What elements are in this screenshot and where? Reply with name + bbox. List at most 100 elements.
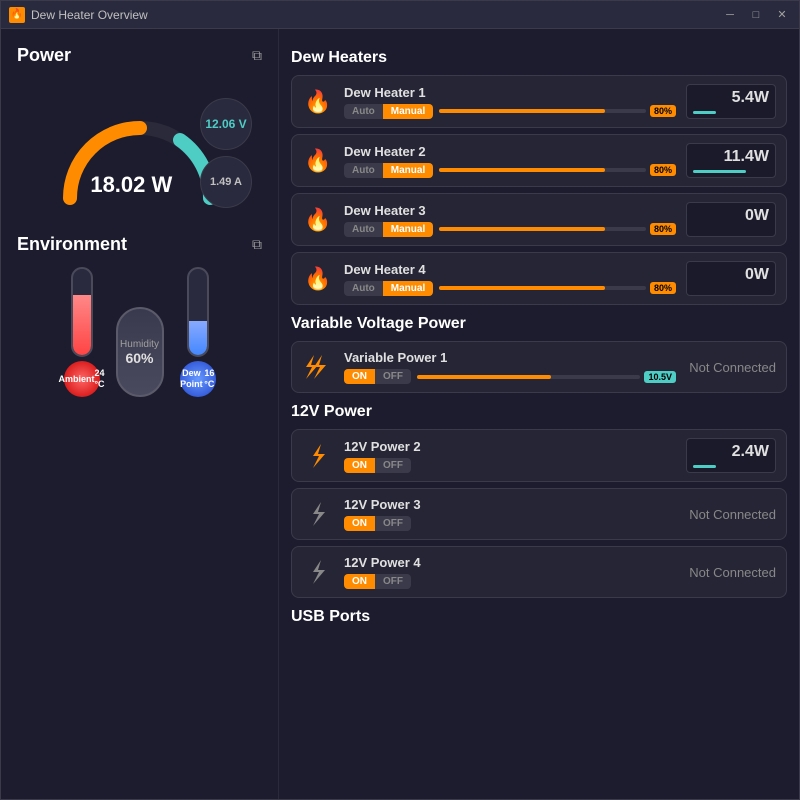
dew-heater-1-label: 80% [650,105,676,117]
flame-icon-3: 🔥 [304,207,331,233]
power-12v-4-off-btn[interactable]: OFF [375,574,411,589]
dew-heater-2-name: Dew Heater 2 [344,144,676,159]
dew-heater-1-icon: 🔥 [302,86,334,118]
power-12v-3-off-btn[interactable]: OFF [375,516,411,531]
dew-heater-3-controls: Auto Manual 80% [344,222,676,237]
dew-heater-2-output: 11.4W [686,143,776,178]
dew-heater-3-toggle[interactable]: Auto Manual [344,222,433,237]
power-external-icon[interactable]: ⧉ [252,47,262,64]
power-12v-2-off-btn[interactable]: OFF [375,458,411,473]
env-section-header: Environment ⧉ [17,234,262,255]
dew-heater-1-auto-btn[interactable]: Auto [344,104,383,119]
ambient-tube [71,267,93,357]
dew-heater-1-card: 🔥 Dew Heater 1 Auto Manual 80% [291,75,787,128]
dew-heater-2-value: 11.4W [693,148,769,166]
ambient-thermometer: Ambient 24 °C [64,267,100,397]
dewpoint-tube [187,267,209,357]
power-12v-3-output: Not Connected [686,507,776,522]
environment-section: Environment ⧉ Ambient 24 °C [17,234,262,397]
dew-heater-2-manual-btn[interactable]: Manual [383,163,433,178]
power-12v-3-icon [302,498,334,530]
dew-heater-1-fill [439,109,604,113]
dew-heater-1-track[interactable] [439,109,646,113]
power-12v-4-info: 12V Power 4 ON OFF [344,555,676,589]
dew-heater-2-auto-btn[interactable]: Auto [344,163,383,178]
power-12v-4-on-btn[interactable]: ON [344,574,375,589]
power-12v-2-value: 2.4W [693,443,769,461]
env-title: Environment [17,234,127,255]
variable-power-1-card: Variable Power 1 ON OFF 10.5V [291,341,787,393]
power-12v-2-toggle[interactable]: ON OFF [344,458,411,473]
variable-power-1-name: Variable Power 1 [344,350,676,365]
variable-power-1-toggle[interactable]: ON OFF [344,369,411,384]
variable-power-1-fill [417,375,551,379]
variable-voltage-title: Variable Voltage Power [291,315,787,333]
variable-power-1-off-btn[interactable]: OFF [375,369,411,384]
title-bar: 🔥 Dew Heater Overview ─ □ ✕ [1,1,799,29]
dewpoint-value: 16 °C [203,368,215,390]
power-12v-4-name: 12V Power 4 [344,555,676,570]
dew-heaters-title: Dew Heaters [291,49,787,67]
dew-heater-4-toggle[interactable]: Auto Manual [344,281,433,296]
right-panel: Dew Heaters 🔥 Dew Heater 1 Auto Manual [279,29,799,799]
dew-heater-1-value: 5.4W [693,89,769,107]
bolt-icon-4 [305,558,331,586]
power-12v-4-card: 12V Power 4 ON OFF Not Connected [291,546,787,598]
variable-power-1-track[interactable] [417,375,640,379]
dew-heater-3-label: 80% [650,223,676,235]
power-12v-2-controls: ON OFF [344,458,676,473]
power-12v-2-card: 12V Power 2 ON OFF 2.4W [291,429,787,482]
power-12v-2-on-btn[interactable]: ON [344,458,375,473]
power-12v-4-toggle[interactable]: ON OFF [344,574,411,589]
power-12v-3-info: 12V Power 3 ON OFF [344,497,676,531]
dew-heater-1-manual-btn[interactable]: Manual [383,104,433,119]
variable-power-1-output: Not Connected [686,360,776,375]
dew-heater-3-info: Dew Heater 3 Auto Manual 80% [344,203,676,237]
variable-power-1-on-btn[interactable]: ON [344,369,375,384]
variable-power-1-info: Variable Power 1 ON OFF 10.5V [344,350,676,384]
dew-heater-2-fill [439,168,604,172]
variable-power-1-icon [302,351,334,383]
variable-power-1-controls: ON OFF 10.5V [344,369,676,384]
dew-heater-3-slider: 80% [439,223,676,235]
dew-heater-4-track[interactable] [439,286,646,290]
dew-heater-2-card: 🔥 Dew Heater 2 Auto Manual 80% [291,134,787,187]
dew-heater-4-card: 🔥 Dew Heater 4 Auto Manual 80% [291,252,787,305]
close-button[interactable]: ✕ [773,6,791,24]
app-icon: 🔥 [9,7,25,23]
dew-heater-2-track[interactable] [439,168,646,172]
dew-heater-2-toggle[interactable]: Auto Manual [344,163,433,178]
dew-heater-3-manual-btn[interactable]: Manual [383,222,433,237]
dew-heater-3-output: 0W [686,202,776,237]
dew-heater-2-label: 80% [650,164,676,176]
current-value: 1.49 A [210,176,242,188]
dew-heater-1-name: Dew Heater 1 [344,85,676,100]
voltage-display: 12.06 V [200,98,252,150]
ambient-fill [73,295,91,355]
power-12v-3-on-btn[interactable]: ON [344,516,375,531]
dew-heater-2-icon: 🔥 [302,145,334,177]
dew-heater-4-auto-btn[interactable]: Auto [344,281,383,296]
dew-heater-1-toggle[interactable]: Auto Manual [344,104,433,119]
dew-heater-3-card: 🔥 Dew Heater 3 Auto Manual 80% [291,193,787,246]
power-12v-3-name: 12V Power 3 [344,497,676,512]
flame-icon-4: 🔥 [304,266,331,292]
ambient-value: 24 °C [94,368,104,390]
humidity-oval: Humidity 60% [116,307,164,397]
power-12v-2-output: 2.4W [686,438,776,473]
power-12v-title: 12V Power [291,403,787,421]
dew-heater-4-manual-btn[interactable]: Manual [383,281,433,296]
dew-heater-4-icon: 🔥 [302,263,334,295]
minimize-button[interactable]: ─ [721,6,739,24]
power-12v-3-toggle[interactable]: ON OFF [344,516,411,531]
maximize-button[interactable]: □ [747,6,765,24]
env-external-icon[interactable]: ⧉ [252,236,262,253]
dew-heater-3-auto-btn[interactable]: Auto [344,222,383,237]
window-controls: ─ □ ✕ [721,6,791,24]
dew-heater-1-slider: 80% [439,105,676,117]
dewpoint-label: Dew Point [180,368,204,390]
main-window: 🔥 Dew Heater Overview ─ □ ✕ Power ⧉ [0,0,800,800]
env-gauges: Ambient 24 °C Humidity 60% [17,267,262,397]
power-12v-2-bar [693,465,716,468]
dew-heater-3-track[interactable] [439,227,646,231]
